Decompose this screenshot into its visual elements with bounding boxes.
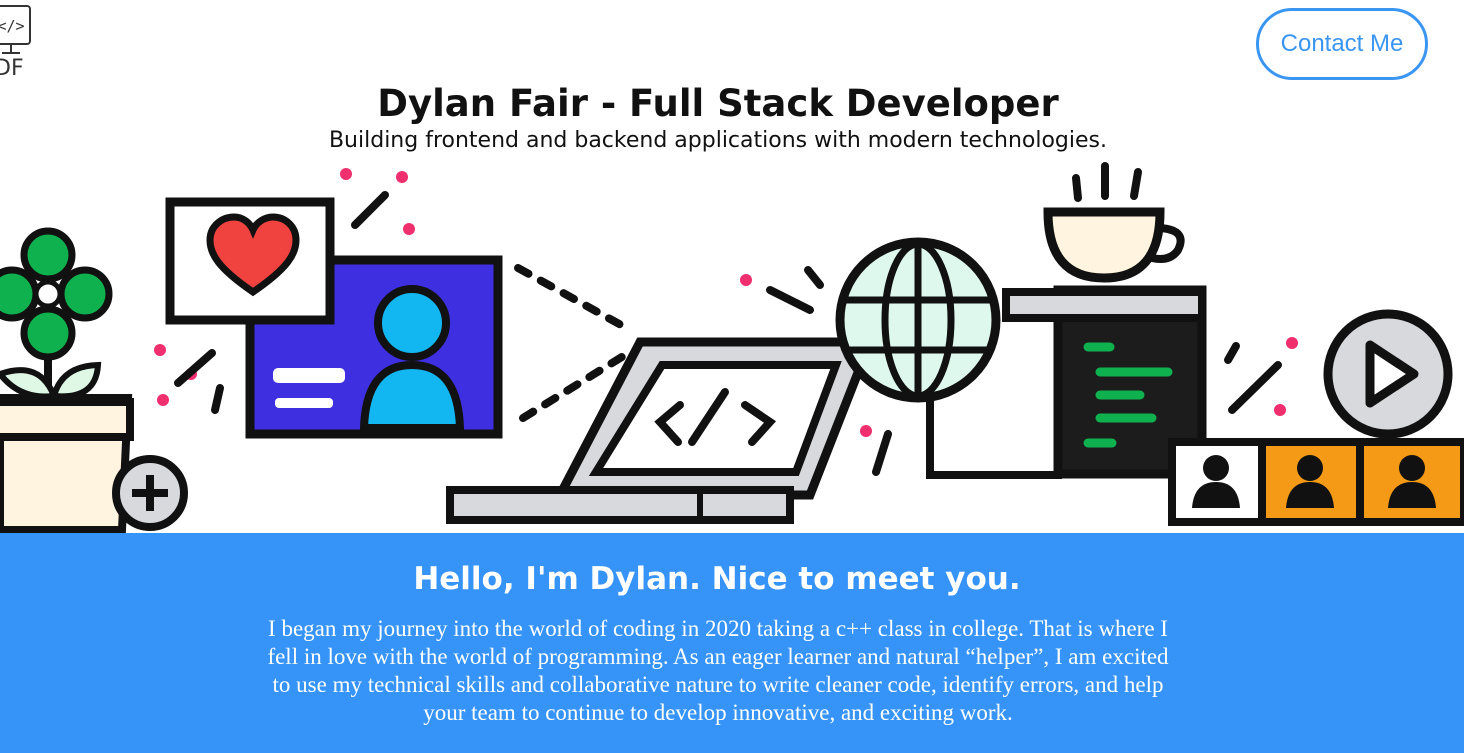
laptop-code-icon [446,337,877,524]
hero-illustration [0,162,1464,534]
coffee-cup-icon [1043,162,1185,283]
logo-initials: DF [0,56,24,81]
about-paragraph: I began my journey into the world of cod… [267,616,1169,725]
page-subtitle: Building frontend and backend applicatio… [328,128,1108,153]
play-icon [1323,309,1453,439]
users-icons [1168,438,1464,526]
plant-icon [0,227,134,534]
page-title: Dylan Fair - Full Stack Developer [377,82,1059,125]
svg-text:</>: </> [0,17,25,35]
about-heading: Hello, I'm Dylan. Nice to meet you. [413,561,1021,597]
globe-icon [835,237,1001,403]
heart-icon [165,197,335,325]
contact-me-button[interactable]: Contact Me [1256,8,1428,80]
about-section: Hello, I'm Dylan. Nice to meet you. I be… [0,533,1464,753]
plus-icon [112,455,188,531]
